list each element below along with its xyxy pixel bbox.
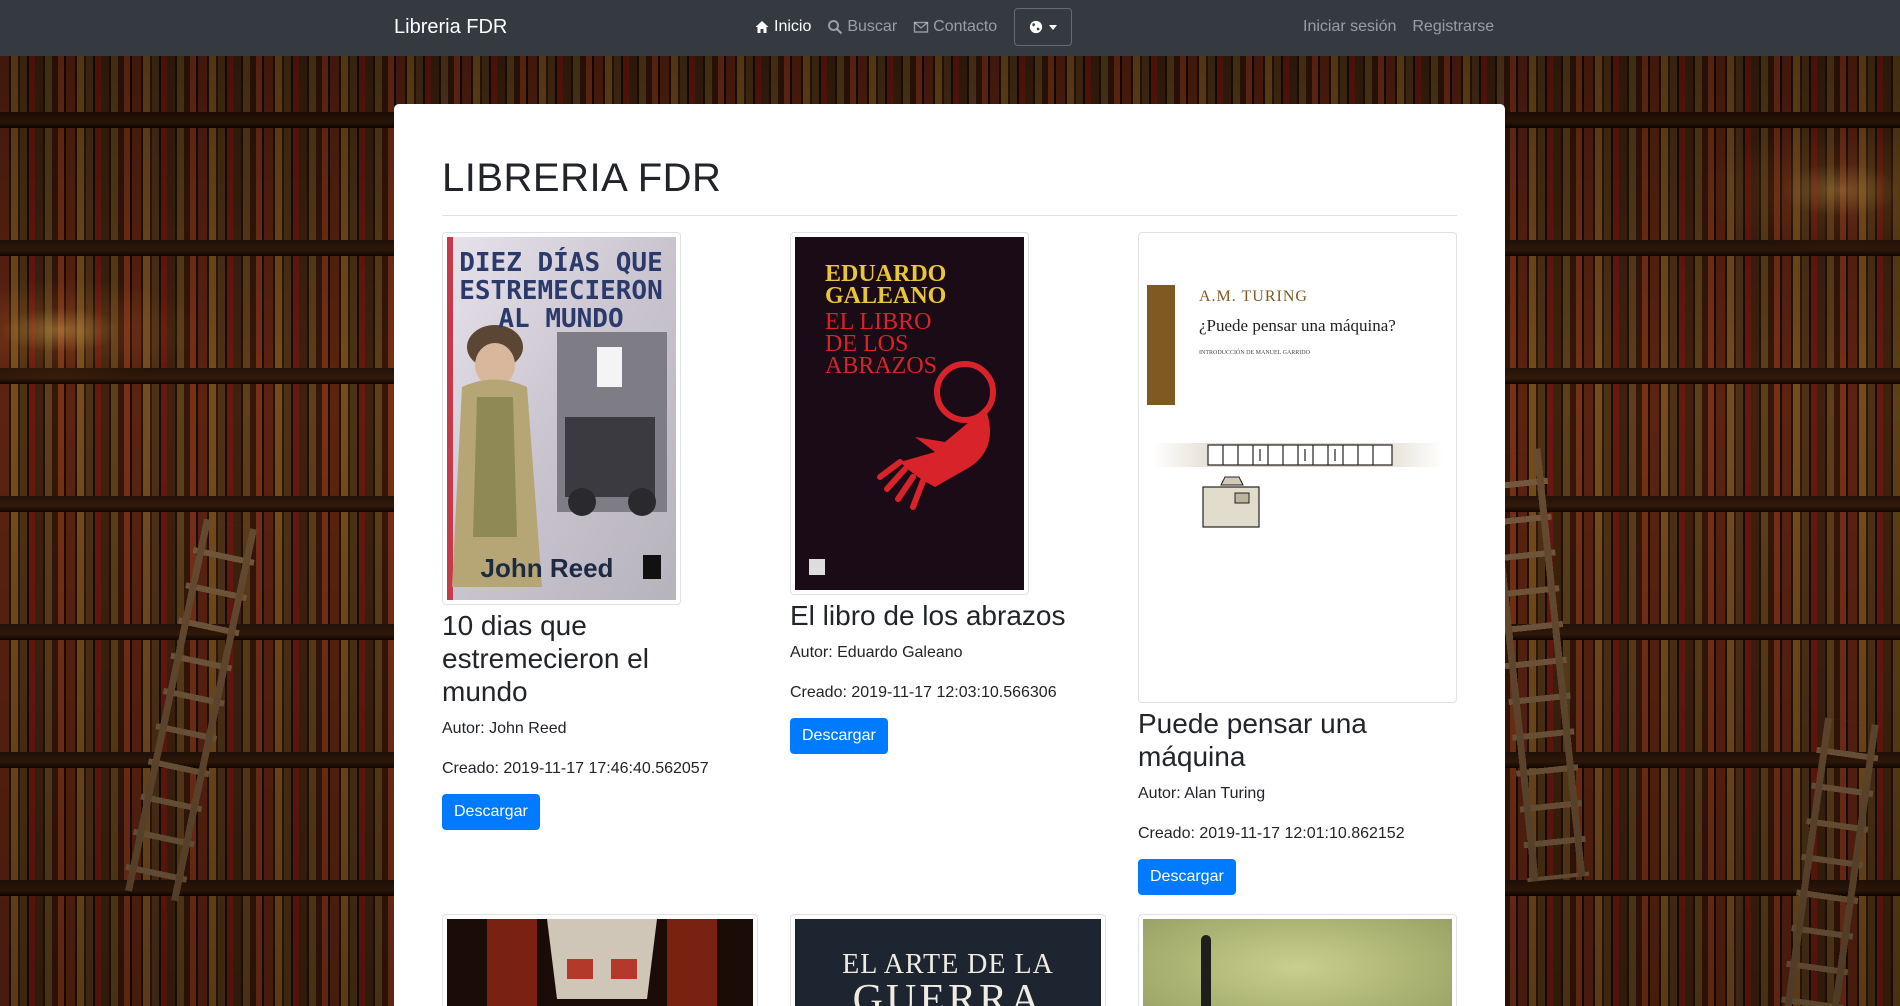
- book-author: Autor: Alan Turing: [1138, 785, 1266, 802]
- book-title: 10 dias que estremecieron el mundo: [442, 610, 649, 707]
- nav-link-inicio[interactable]: Inicio: [754, 18, 811, 36]
- search-icon: [828, 20, 843, 35]
- book-card: [1138, 914, 1457, 1006]
- book-author: Autor: John Reed: [442, 720, 567, 737]
- book-card: DIEZ DÍAS QUE ESTREMECIERON AL MUNDO Joh…: [442, 232, 742, 830]
- download-button[interactable]: Descargar: [1138, 859, 1236, 895]
- cover-title-line: ABRAZOS: [825, 353, 937, 379]
- book-cover[interactable]: DIEZ DÍAS QUE ESTREMECIERON AL MUNDO Joh…: [442, 232, 681, 605]
- book-created: Creado: 2019-11-17 17:46:40.562057: [442, 760, 709, 777]
- book-card: A.M. TURING ¿Puede pensar una máquina? I…: [1138, 232, 1458, 895]
- nav-link-label: Inicio: [774, 18, 812, 35]
- book-card: EL ARTE DE LA GUERRA: [790, 914, 1106, 1006]
- book-title: El libro de los abrazos: [790, 600, 1066, 631]
- register-link[interactable]: Registrarse: [1412, 18, 1494, 36]
- book-cover-image: EDUARDO GALEANO EL LIBRO DE LOS ABRAZOS: [795, 237, 1024, 590]
- book-cover-image: EL ARTE DE LA GUERRA: [795, 919, 1101, 1006]
- nav-link-contacto[interactable]: Contacto: [913, 18, 997, 36]
- envelope-icon: [913, 21, 929, 33]
- cover-subtitle: INTRODUCCIÓN DE MANUEL GARRIDO: [1199, 348, 1311, 356]
- chevron-down-icon: [1049, 24, 1057, 30]
- language-dropdown-button[interactable]: [1014, 8, 1072, 46]
- cover-author: GALEANO: [825, 283, 946, 309]
- navbar-brand[interactable]: Libreria FDR: [394, 16, 507, 39]
- book-cover-image: A.M. TURING ¿Puede pensar una máquina? I…: [1143, 237, 1452, 698]
- book-cover-image: [447, 919, 753, 1006]
- download-button[interactable]: Descargar: [790, 718, 888, 754]
- navbar: Libreria FDR Inicio Buscar Contacto Inic…: [0, 0, 1900, 56]
- cover-author: A.M. TURING: [1199, 288, 1308, 305]
- nav-link-buscar[interactable]: Buscar: [827, 18, 897, 36]
- book-cover[interactable]: EL ARTE DE LA GUERRA: [790, 914, 1106, 1006]
- cover-title-line: ¿Puede pensar una máquina?: [1199, 316, 1396, 335]
- book-cover[interactable]: [1138, 914, 1457, 1006]
- book-cover[interactable]: A.M. TURING ¿Puede pensar una máquina? I…: [1138, 232, 1457, 703]
- globe-icon: [1029, 20, 1043, 34]
- book-card: [442, 914, 758, 1006]
- book-title: Puede pensar una máquina: [1138, 708, 1367, 772]
- book-created: Creado: 2019-11-17 12:03:10.566306: [790, 684, 1057, 701]
- cover-title-line: ESTREMECIERON: [459, 276, 663, 306]
- book-cover-image: DIEZ DÍAS QUE ESTREMECIERON AL MUNDO Joh…: [447, 237, 676, 600]
- login-link[interactable]: Iniciar sesión: [1303, 18, 1396, 36]
- cover-title-line: GUERRA: [853, 977, 1044, 1006]
- book-card: EDUARDO GALEANO EL LIBRO DE LOS ABRAZOS …: [790, 232, 1090, 754]
- page-title: LIBRERIA FDR: [442, 156, 1457, 216]
- cover-author: John Reed: [481, 553, 614, 583]
- book-created: Creado: 2019-11-17 12:01:10.862152: [1138, 825, 1405, 842]
- book-cover-image: [1143, 919, 1452, 1006]
- main-container: LIBRERIA FDR DIEZ DÍAS QUE ESTREMECIERON…: [394, 104, 1505, 1006]
- cover-title-line: DIEZ DÍAS QUE: [459, 246, 663, 278]
- nav-links: Inicio Buscar Contacto: [754, 18, 997, 36]
- nav-link-label: Contacto: [933, 18, 998, 35]
- download-button[interactable]: Descargar: [442, 794, 540, 830]
- book-cover[interactable]: EDUARDO GALEANO EL LIBRO DE LOS ABRAZOS: [790, 232, 1029, 595]
- cover-title-line: EL ARTE DE LA: [842, 949, 1054, 980]
- home-icon: [755, 21, 769, 33]
- auth-links: Iniciar sesión Registrarse: [1303, 18, 1494, 36]
- book-author: Autor: Eduardo Galeano: [790, 644, 963, 661]
- book-cover[interactable]: [442, 914, 758, 1006]
- cover-title-line: AL MUNDO: [498, 304, 623, 334]
- nav-link-label: Buscar: [847, 18, 898, 35]
